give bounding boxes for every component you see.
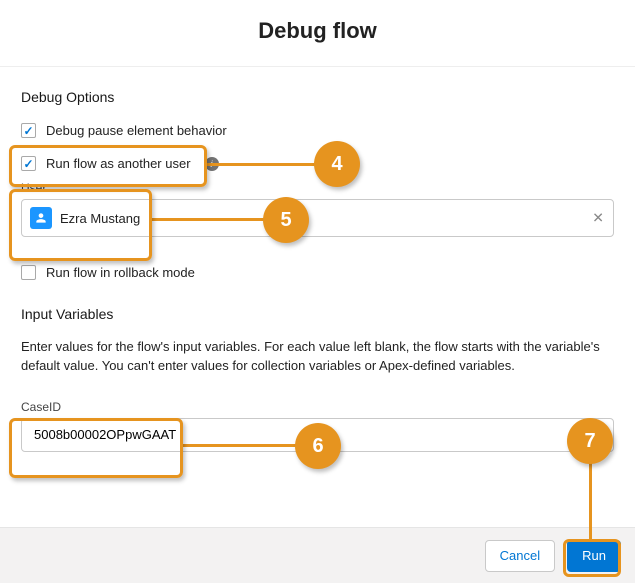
user-icon [30,207,52,229]
user-lookup-value: Ezra Mustang [60,211,140,226]
info-icon[interactable]: i [205,157,219,171]
input-variables-section: Input Variables Enter values for the flo… [21,306,614,452]
run-button[interactable]: Run [567,540,621,572]
clear-user-icon[interactable]: ✕ [592,210,604,227]
rollback-label: Run flow in rollback mode [46,265,195,280]
cancel-button[interactable]: Cancel [485,540,555,572]
debug-pause-row: Debug pause element behavior [21,123,614,138]
rollback-row: Run flow in rollback mode [21,265,614,280]
run-as-user-row: Run flow as another user i [21,156,614,171]
user-lookup-input[interactable]: Ezra Mustang [21,199,614,237]
run-as-user-checkbox[interactable] [21,156,36,171]
debug-pause-label: Debug pause element behavior [46,123,227,138]
user-lookup-wrap: Ezra Mustang ✕ [21,199,614,237]
dialog-footer: Cancel Run [0,527,635,583]
dialog-title: Debug flow [0,18,635,44]
input-variables-title: Input Variables [21,306,614,322]
dialog-body: Debug Options Debug pause element behavi… [0,67,635,462]
rollback-checkbox[interactable] [21,265,36,280]
debug-options-title: Debug Options [21,89,614,105]
user-field-label: User [21,181,614,195]
dialog-header: Debug flow [0,0,635,67]
caseid-label: CaseID [21,400,614,414]
run-as-user-label: Run flow as another user [46,156,191,171]
debug-pause-checkbox[interactable] [21,123,36,138]
caseid-input[interactable] [21,418,614,452]
input-variables-help: Enter values for the flow's input variab… [21,338,614,376]
